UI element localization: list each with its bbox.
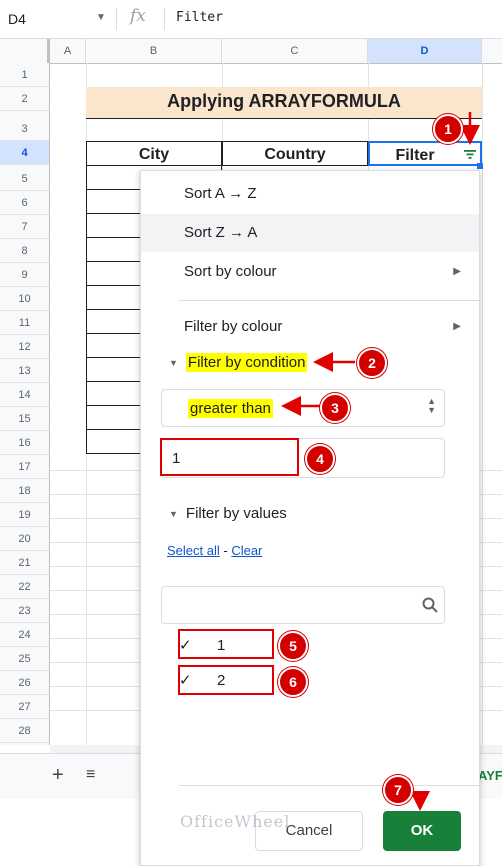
step-badge-3: 3 [320, 393, 350, 423]
step-badge-2: 2 [357, 348, 387, 378]
step-badge-7: 7 [383, 775, 413, 805]
step-badge-6: 6 [278, 667, 308, 697]
step-badge-5: 5 [278, 631, 308, 661]
annotation-arrows [281, 112, 480, 811]
step-badge-1: 1 [433, 114, 463, 144]
step-badge-4: 4 [305, 444, 335, 474]
